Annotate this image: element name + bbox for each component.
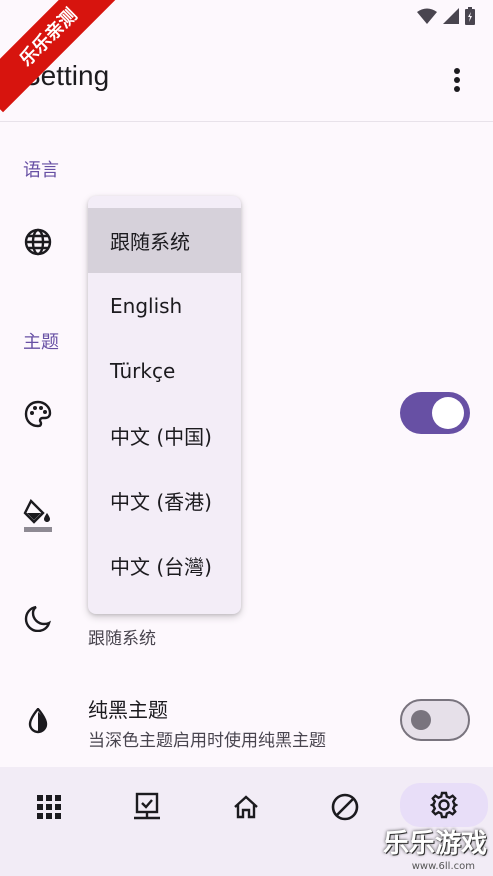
- app-bar: Setting: [0, 44, 493, 116]
- contrast-icon: [28, 708, 48, 734]
- block-icon: [331, 793, 359, 821]
- dynamic-color-row[interactable]: [22, 398, 54, 430]
- status-icons: [417, 7, 475, 25]
- black-theme-subtitle: 当深色主题启用时使用纯黑主题: [88, 731, 326, 751]
- signal-icon: [443, 8, 459, 24]
- black-theme-title: 纯黑主题: [88, 698, 168, 722]
- nav-item-devices[interactable]: [115, 787, 179, 827]
- settings-gear-icon: [430, 791, 458, 819]
- section-header-theme: 主题: [23, 332, 59, 353]
- home-icon: [234, 795, 258, 819]
- dropdown-item-english[interactable]: English: [88, 273, 241, 338]
- switch-thumb: [411, 710, 431, 730]
- nav-item-apps[interactable]: [17, 787, 81, 827]
- dropdown-item-turkish[interactable]: Türkçe: [88, 338, 241, 403]
- battery-icon: [465, 7, 475, 25]
- dark-mode-row[interactable]: [22, 602, 54, 634]
- paint-bucket-icon: [23, 499, 52, 532]
- switch-thumb: [432, 397, 464, 429]
- dropdown-item-chinese-china[interactable]: 中文 (中国): [88, 403, 241, 468]
- more-options-button[interactable]: [435, 58, 479, 102]
- apps-grid-icon: [37, 795, 61, 819]
- black-theme-icon-wrap: [22, 705, 54, 737]
- wifi-icon: [417, 8, 437, 24]
- language-dropdown-menu: 跟随系统 English Türkçe 中文 (中国) 中文 (香港) 中文 (…: [88, 196, 241, 614]
- dropdown-item-chinese-taiwan[interactable]: 中文 (台灣): [88, 533, 241, 598]
- nav-item-home[interactable]: [214, 787, 278, 827]
- more-vert-icon: [454, 68, 460, 92]
- dark-mode-subtitle: 跟随系统: [88, 629, 156, 649]
- section-header-language: 语言: [23, 160, 59, 181]
- palette-icon: [24, 400, 52, 428]
- black-theme-switch[interactable]: [400, 699, 470, 741]
- dropdown-item-chinese-hongkong[interactable]: 中文 (香港): [88, 468, 241, 533]
- dynamic-color-switch[interactable]: [400, 392, 470, 434]
- app-bar-divider: [0, 121, 493, 122]
- computer-check-icon: [134, 792, 160, 820]
- nav-item-block[interactable]: [313, 787, 377, 827]
- watermark-url: www.6ll.com: [411, 861, 475, 872]
- color-scheme-row[interactable]: [22, 499, 54, 532]
- nav-item-settings[interactable]: [400, 783, 488, 827]
- language-row[interactable]: [22, 226, 54, 258]
- watermark-corner-logo: 乐乐游戏: [382, 829, 487, 859]
- globe-icon: [24, 228, 52, 256]
- dropdown-item-follow-system[interactable]: 跟随系统: [88, 208, 241, 273]
- moon-icon: [24, 605, 51, 632]
